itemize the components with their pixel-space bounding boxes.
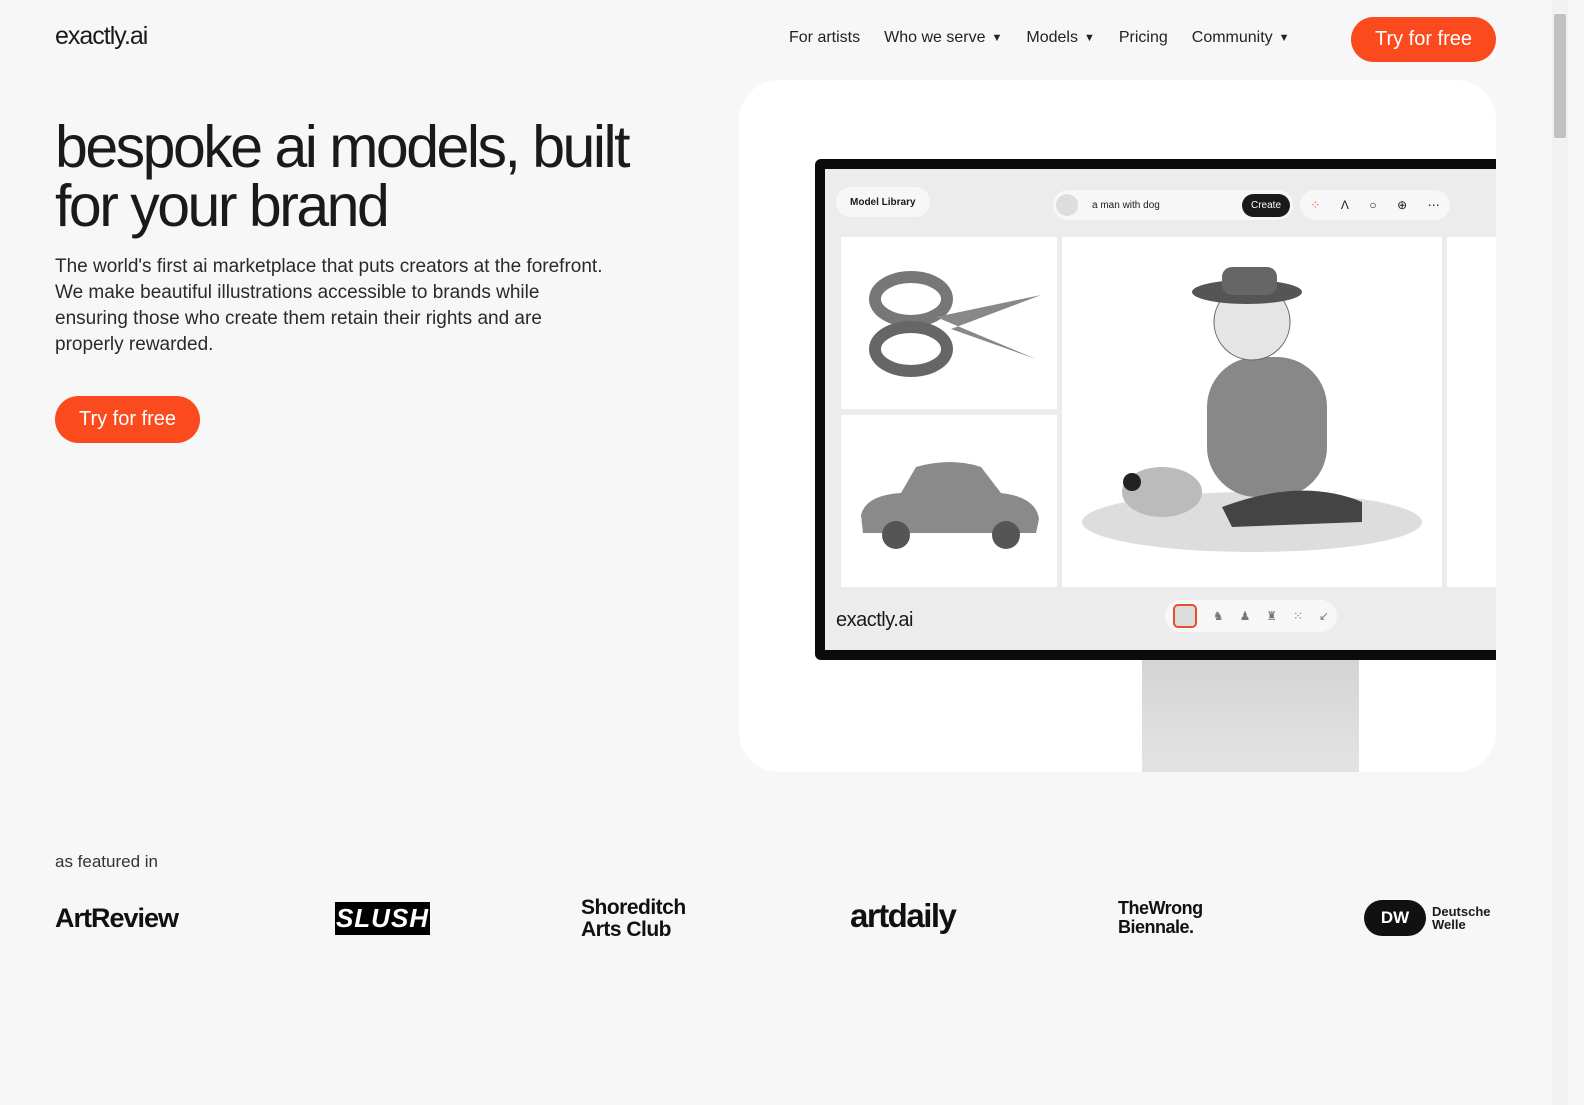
prompt-bar: a man with dog Create [1053, 190, 1293, 220]
header-try-free-button[interactable]: Try for free [1351, 17, 1496, 62]
dw-mark: DW [1364, 900, 1426, 936]
collapse-icon: ↙ [1318, 609, 1329, 623]
monitor-stand [1142, 660, 1359, 772]
caret-down-icon: ▼ [991, 32, 1003, 44]
slush-logo: SLUSH [335, 902, 430, 935]
variation-bar: ♞ ♟ ♜ ⁙ ↙ [1165, 600, 1337, 632]
dw-wordmark: Deutsche Welle [1432, 904, 1491, 932]
deutsche-welle-logo: DW Deutsche Welle [1364, 900, 1502, 936]
logo[interactable]: exactly.ai [55, 22, 148, 51]
prompt-input: a man with dog [1092, 199, 1160, 211]
the-wrong-biennale-logo: TheWrong Biennale. [1118, 898, 1203, 937]
palette-icon: ⁘ [1310, 198, 1321, 212]
scissors-illustration [869, 271, 1041, 377]
nav-for-artists[interactable]: For artists [789, 29, 860, 47]
shoreditch-arts-club-logo: Shoreditch Arts Club [581, 896, 686, 941]
selected-variation-thumb [1172, 604, 1197, 628]
nav-label: Models [1026, 29, 1078, 46]
grid-icon: ⁙ [1292, 609, 1303, 623]
model-library-button: Model Library [836, 187, 930, 217]
hero-description: The world's first ai marketplace that pu… [55, 256, 603, 355]
nav-label: Pricing [1118, 29, 1168, 46]
man-with-dog-illustration [1082, 267, 1422, 552]
caret-down-icon: ▼ [1083, 32, 1095, 44]
artreview-logo: ArtReview [55, 903, 179, 933]
scrollbar[interactable] [1552, 0, 1568, 1105]
hero-title: bespoke ai models, built for your brand [55, 114, 630, 239]
app-screen: Model Library a man with dog Create ⁘ Λ ○ ⊕… [825, 169, 1496, 650]
nav-label: Who we serve [884, 29, 986, 46]
nav-pricing[interactable]: Pricing [1119, 29, 1168, 47]
car-illustration [861, 462, 1039, 549]
variation-thumb: ♟ [1239, 609, 1251, 623]
nav-label: Community [1191, 29, 1273, 46]
main-nav: For artists Who we serve ▼ Models ▼ Pricin… [789, 29, 1290, 47]
variation-thumb: ♜ [1266, 609, 1278, 623]
product-mockup-card: Model Library a man with dog Create ⁘ Λ ○ ⊕… [739, 80, 1496, 772]
nav-who-we-serve[interactable]: Who we serve ▼ [884, 29, 1002, 47]
car-image [841, 415, 1057, 587]
variation-thumb: ♞ [1212, 609, 1224, 623]
create-button: Create [1241, 193, 1290, 217]
partial-image [1447, 237, 1496, 587]
lasso-icon: ○ [1369, 198, 1377, 212]
scrollbar-thumb[interactable] [1554, 14, 1566, 138]
model-avatar [1056, 194, 1078, 216]
nav-label: For artists [789, 29, 861, 46]
artdaily-logo: artdaily [850, 897, 957, 934]
featured-label: as featured in [55, 852, 159, 871]
caret-down-icon: ▼ [1278, 32, 1290, 44]
hero-try-free-button[interactable]: Try for free [55, 396, 200, 443]
scissors-image [841, 237, 1057, 409]
tool-bar: ⁘ Λ ○ ⊕ ⋯ [1300, 190, 1450, 220]
nav-models[interactable]: Models ▼ [1026, 29, 1094, 47]
download-icon: ⊕ [1397, 198, 1408, 212]
man-with-dog-image [1062, 237, 1442, 587]
pen-icon: Λ [1340, 198, 1349, 212]
monitor: Model Library a man with dog Create ⁘ Λ ○ ⊕… [815, 159, 1496, 660]
more-icon: ⋯ [1427, 198, 1440, 212]
nav-community[interactable]: Community ▼ [1192, 29, 1290, 47]
mockup-logo: exactly.ai [836, 609, 913, 631]
